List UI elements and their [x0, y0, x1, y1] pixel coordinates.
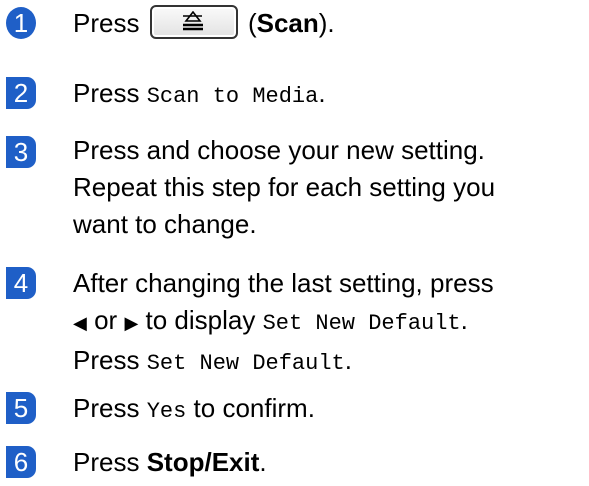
- step-text: Press (Scan).: [73, 5, 583, 42]
- left-arrow-icon: ◀: [73, 313, 87, 333]
- step-text: Press Scan to Media.: [73, 75, 583, 115]
- step-line-1: After changing the last setting, press: [73, 268, 494, 298]
- stop-exit-key-name: Stop/Exit: [146, 447, 260, 477]
- press-word: Press: [73, 447, 140, 477]
- scan-key-icon: [149, 5, 238, 40]
- scan-button-name: Scan: [256, 8, 319, 38]
- press-word: Press: [73, 345, 140, 375]
- step-number-badge: 6: [6, 446, 36, 478]
- press-word: Press: [73, 8, 140, 38]
- period: .: [318, 78, 326, 108]
- step-line-2: ◀ or ▶ to display Set New Default.: [73, 302, 583, 342]
- step-line-3: want to change.: [73, 209, 257, 239]
- menu-option-text: Set New Default: [146, 351, 345, 376]
- press-word: Press: [73, 393, 140, 423]
- to-display-text: to display: [145, 305, 256, 335]
- confirm-text: to confirm.: [193, 393, 315, 423]
- step-number-badge: 4: [6, 267, 36, 299]
- step-number-badge: 2: [6, 77, 36, 109]
- step-number-badge: 1: [6, 7, 36, 39]
- press-word: Press: [73, 78, 140, 108]
- menu-option-text: Scan to Media: [146, 84, 319, 109]
- menu-option-text: Yes: [146, 399, 187, 424]
- or-word: or: [94, 305, 118, 335]
- step-text: After changing the last setting, press ◀…: [73, 265, 583, 382]
- paren-close: ).: [318, 8, 335, 38]
- step-text: Press Yes to confirm.: [73, 390, 583, 430]
- right-arrow-icon: ▶: [124, 313, 139, 333]
- period: .: [259, 447, 267, 477]
- step-text: Press Stop/Exit.: [73, 444, 583, 481]
- period: .: [344, 345, 352, 375]
- step-line-2: Repeat this step for each setting you: [73, 172, 496, 202]
- paren-open: (: [247, 8, 257, 38]
- step-number-badge: 3: [6, 136, 36, 168]
- step-line-3: Press Set New Default.: [73, 342, 583, 382]
- step-number-badge: 5: [6, 392, 36, 424]
- step-line-1: Press and choose your new setting.: [73, 135, 485, 165]
- step-text: Press and choose your new setting. Repea…: [73, 132, 583, 243]
- menu-option-text: Set New Default: [262, 311, 461, 336]
- period: .: [460, 305, 468, 335]
